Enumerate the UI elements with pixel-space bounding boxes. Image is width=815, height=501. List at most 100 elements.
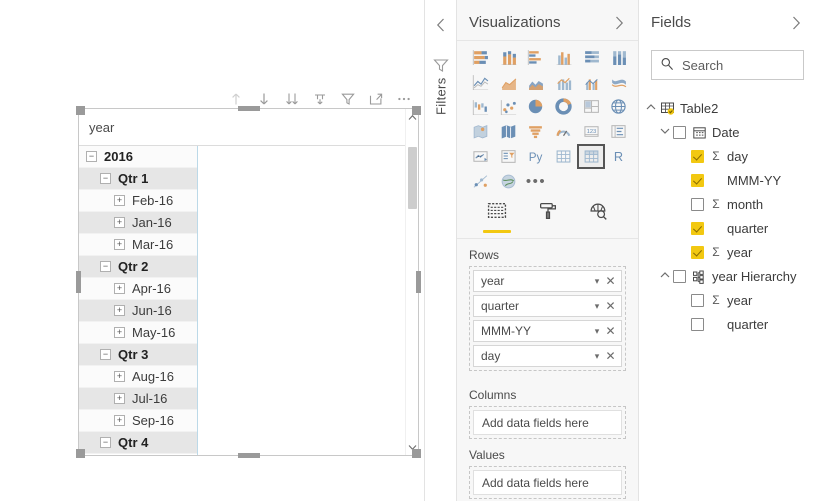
field-chip[interactable]: MMM-YY ▾ ✕ [473, 320, 622, 342]
gallery-python-visual-icon[interactable]: Py [522, 144, 550, 169]
collapse-toggle-icon[interactable]: − [100, 437, 111, 448]
field-tree-item[interactable]: MMM-YY [639, 168, 815, 192]
gallery-treemap-icon[interactable] [577, 94, 605, 119]
field-tree-item[interactable]: Date [639, 120, 815, 144]
resize-handle-right[interactable] [416, 271, 421, 293]
gallery-hundred-percent-stacked-bar-chart-icon[interactable] [577, 44, 605, 69]
gallery-matrix-icon[interactable] [577, 144, 605, 169]
collapse-toggle-icon[interactable]: − [100, 261, 111, 272]
matrix-row[interactable]: + May-16 [79, 322, 197, 344]
expand-toggle-icon[interactable]: + [114, 327, 125, 338]
field-tree-item[interactable]: Table2 [639, 96, 815, 120]
gallery-line-and-stacked-column-chart-icon[interactable] [550, 69, 578, 94]
chevron-down-icon[interactable]: ▾ [590, 276, 604, 287]
matrix-visual-body[interactable]: year −2016− Qtr 1 + Feb-16 + Jan-16 + Mar-16− Qt… [78, 108, 419, 456]
close-icon[interactable]: ✕ [604, 300, 617, 312]
matrix-row[interactable]: + Apr-16 [79, 278, 197, 300]
expand-toggle-icon[interactable]: + [114, 393, 125, 404]
gallery-gauge-chart-icon[interactable] [550, 119, 578, 144]
gallery-line-and-clustered-column-chart-icon[interactable] [577, 69, 605, 94]
scrollbar-thumb[interactable] [408, 147, 417, 209]
field-checkbox[interactable] [673, 269, 686, 283]
chevron-down-icon[interactable]: ▾ [590, 301, 604, 312]
gallery-slicer-icon[interactable] [495, 144, 523, 169]
close-icon[interactable]: ✕ [604, 325, 617, 337]
well-drop-zone[interactable]: Add data fields here [469, 406, 626, 439]
field-tree-item[interactable]: quarter [639, 312, 815, 336]
gallery-ribbon-chart-icon[interactable] [605, 69, 633, 94]
well-drop-zone[interactable]: Add data fields here [469, 466, 626, 499]
resize-handle-bottom-left[interactable] [76, 449, 85, 458]
expand-toggle-icon[interactable]: + [114, 371, 125, 382]
gallery-funnel-chart-icon[interactable] [522, 119, 550, 144]
gallery-stacked-bar-chart-icon[interactable] [467, 44, 495, 69]
collapse-toggle-icon[interactable]: − [86, 151, 97, 162]
matrix-row[interactable]: + Jul-16 [79, 388, 197, 410]
chevron-up-icon[interactable] [643, 103, 659, 114]
gallery-multi-row-card-icon[interactable] [605, 119, 633, 144]
chevron-right-icon[interactable] [787, 14, 805, 32]
matrix-row[interactable]: − Qtr 1 [79, 168, 197, 190]
gallery-area-chart-icon[interactable] [495, 69, 523, 94]
chevron-down-icon[interactable]: ▾ [590, 326, 604, 337]
field-tree-item[interactable]: Σday [639, 144, 815, 168]
field-chip[interactable]: year ▾ ✕ [473, 270, 622, 292]
field-chip[interactable]: day ▾ ✕ [473, 345, 622, 367]
field-checkbox[interactable] [691, 245, 704, 259]
field-checkbox[interactable] [691, 317, 704, 331]
gallery-donut-chart-icon[interactable] [550, 94, 578, 119]
filters-pane-collapsed[interactable]: Filters [424, 0, 456, 501]
resize-handle-top-right[interactable] [412, 106, 421, 115]
well-drop-zone[interactable]: year ▾ ✕ quarter ▾ ✕ MMM-YY ▾ ✕ day ▾ ✕ [469, 266, 626, 371]
field-checkbox[interactable] [691, 173, 704, 187]
gallery-waterfall-chart-icon[interactable] [467, 94, 495, 119]
field-tree-item[interactable]: Σyear [639, 240, 815, 264]
matrix-row[interactable]: − Qtr 4 [79, 432, 197, 454]
resize-handle-bottom[interactable] [238, 453, 260, 458]
gallery-filled-map-icon[interactable] [467, 119, 495, 144]
field-tree-item[interactable]: Σyear [639, 288, 815, 312]
expand-toggle-icon[interactable]: + [114, 217, 125, 228]
resize-handle-top[interactable] [238, 106, 260, 111]
field-checkbox[interactable] [673, 125, 686, 139]
field-tree-item[interactable]: Σmonth [639, 192, 815, 216]
gallery-clustered-column-chart-icon[interactable] [550, 44, 578, 69]
matrix-row[interactable]: + Sep-16 [79, 410, 197, 432]
fields-tab[interactable] [477, 199, 517, 233]
gallery-card-icon[interactable]: 123 [577, 119, 605, 144]
matrix-row[interactable]: − Qtr 2 [79, 256, 197, 278]
gallery-more-options-icon[interactable]: ••• [522, 169, 550, 194]
field-checkbox[interactable] [691, 149, 704, 163]
resize-handle-left[interactable] [76, 271, 81, 293]
report-canvas[interactable]: year −2016− Qtr 1 + Feb-16 + Jan-16 + Mar-16− Qt… [0, 0, 424, 501]
collapse-toggle-icon[interactable]: − [100, 349, 111, 360]
field-tree-item[interactable]: quarter [639, 216, 815, 240]
expand-toggle-icon[interactable]: + [114, 415, 125, 426]
field-checkbox[interactable] [691, 197, 704, 211]
gallery-clustered-bar-chart-icon[interactable] [522, 44, 550, 69]
analytics-tab[interactable] [579, 199, 619, 233]
gallery-table-icon[interactable] [550, 144, 578, 169]
field-tree-item[interactable]: year Hierarchy [639, 264, 815, 288]
well-placeholder[interactable]: Add data fields here [473, 470, 622, 495]
field-checkbox[interactable] [691, 221, 704, 235]
resize-handle-bottom-right[interactable] [412, 449, 421, 458]
chevron-down-icon[interactable] [657, 127, 673, 138]
close-icon[interactable]: ✕ [604, 350, 617, 362]
matrix-visual[interactable]: year −2016− Qtr 1 + Feb-16 + Jan-16 + Mar-16− Qt… [76, 106, 421, 458]
gallery-stacked-column-chart-icon[interactable] [495, 44, 523, 69]
matrix-row[interactable]: − Qtr 3 [79, 344, 197, 366]
search-input[interactable]: Search [651, 50, 804, 80]
expand-toggle-icon[interactable]: + [114, 283, 125, 294]
field-chip[interactable]: quarter ▾ ✕ [473, 295, 622, 317]
chevron-down-icon[interactable]: ▾ [590, 351, 604, 362]
chevron-up-icon[interactable] [657, 271, 673, 282]
collapse-toggle-icon[interactable]: − [100, 173, 111, 184]
matrix-row[interactable]: + Jun-16 [79, 300, 197, 322]
field-checkbox[interactable] [691, 293, 704, 307]
gallery-hundred-percent-stacked-column-chart-icon[interactable] [605, 44, 633, 69]
gallery-pie-chart-icon[interactable] [522, 94, 550, 119]
expand-toggle-icon[interactable]: + [114, 239, 125, 250]
gallery-kpi-icon[interactable] [467, 144, 495, 169]
filter-funnel-icon[interactable] [432, 56, 450, 74]
